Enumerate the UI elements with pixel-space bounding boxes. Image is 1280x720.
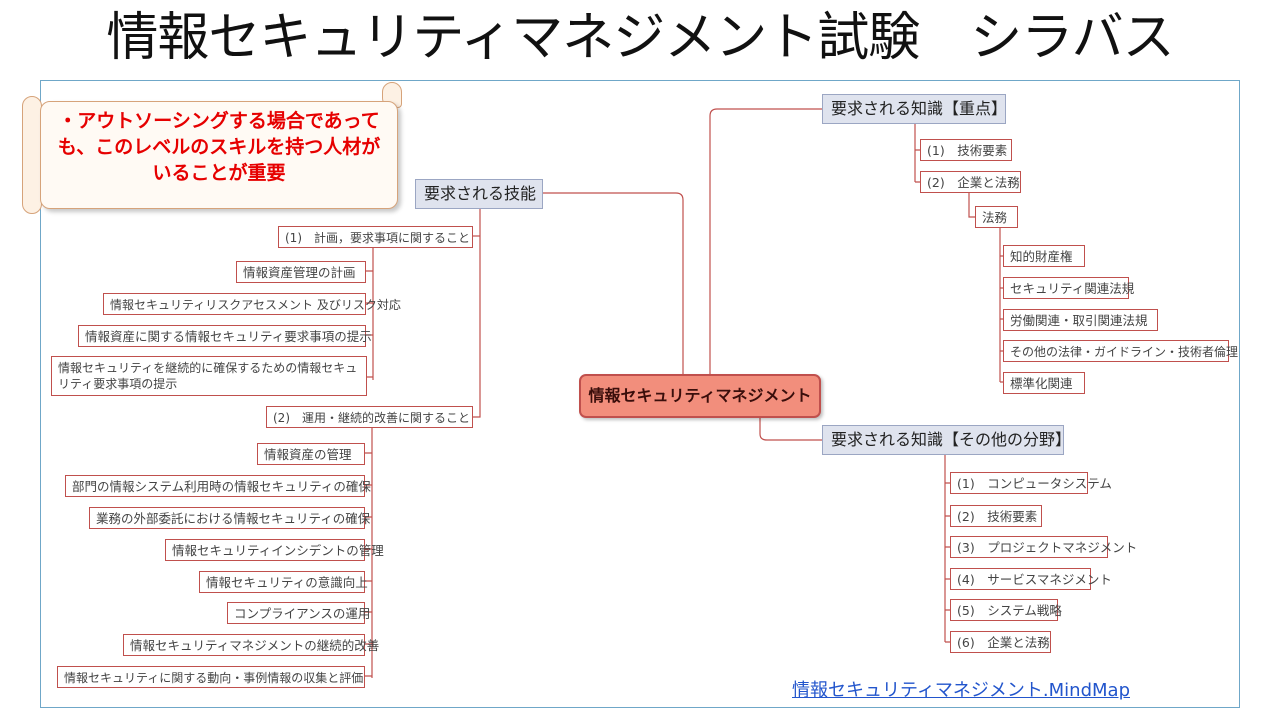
skill-item[interactable]: 情報資産の管理 [257, 443, 365, 465]
skill-item[interactable]: 情報セキュリティリスクアセスメント 及びリスク対応 [103, 293, 401, 315]
law-item[interactable]: セキュリティ関連法規 [1003, 277, 1134, 299]
skill-item[interactable]: 業務の外部委託における情報セキュリティの確保 [89, 507, 370, 529]
other-knowledge-item[interactable]: (2) 技術要素 [950, 505, 1042, 527]
connector-root-left [543, 192, 684, 374]
note-callout: ・アウトソーシングする場合であっても、このレベルのスキルを持つ人材がいることが重… [40, 101, 398, 209]
skill-item[interactable]: 情報資産に関する情報セキュリティ要求事項の提示 [78, 325, 372, 347]
skill-item[interactable]: 情報セキュリティマネジメントの継続的改善 [123, 634, 379, 656]
group-planning[interactable]: (1) 計画，要求事項に関すること [278, 226, 473, 248]
skill-item[interactable]: 情報セキュリティの意識向上 [199, 571, 368, 593]
skill-item[interactable]: 情報セキュリティを継続的に確保するための情報セキュリティ要求事項の提示 [51, 356, 367, 396]
skill-item[interactable]: 情報資産管理の計画 [236, 261, 366, 283]
law-item[interactable]: 標準化関連 [1003, 372, 1085, 394]
other-knowledge-item[interactable]: (4) サービスマネジメント [950, 568, 1112, 590]
branch-required-skills[interactable]: 要求される技能 [415, 179, 543, 209]
knowledge-law[interactable]: 法務 [975, 206, 1018, 228]
connector-g1-items [366, 270, 373, 378]
connector-root-right-bottom [759, 418, 822, 441]
other-knowledge-item[interactable]: (1) コンピュータシステム [950, 472, 1112, 494]
branch-knowledge-priority[interactable]: 要求される知識【重点】 [822, 94, 1007, 124]
connector-root-right-top [709, 108, 822, 374]
law-item[interactable]: その他の法律・ガイドライン・技術者倫理 [1003, 340, 1238, 362]
group-operation[interactable]: (2) 運用・継続的改善に関すること [266, 406, 473, 428]
branch-knowledge-other[interactable]: 要求される知識【その他の分野】 [822, 425, 1071, 455]
other-knowledge-item[interactable]: (5) システム戦略 [950, 599, 1062, 621]
law-item[interactable]: 知的財産権 [1003, 245, 1085, 267]
mindmap-link[interactable]: 情報セキュリティマネジメント.MindMap [792, 676, 1130, 702]
knowledge-item[interactable]: (2) 企業と法務 [920, 171, 1021, 193]
knowledge-item[interactable]: (1) 技術要素 [920, 139, 1012, 161]
skill-item[interactable]: コンプライアンスの運用 [227, 602, 370, 624]
law-item[interactable]: 労働関連・取引関連法規 [1003, 309, 1158, 331]
other-knowledge-item[interactable]: (3) プロジェクトマネジメント [950, 536, 1137, 558]
connector-left-trunk [473, 208, 481, 418]
skill-item[interactable]: 部門の情報システム利用時の情報セキュリティの確保 [65, 475, 371, 497]
note-scroll-curl-left [22, 96, 42, 214]
other-knowledge-item[interactable]: (6) 企業と法務 [950, 631, 1051, 653]
skill-item[interactable]: 情報セキュリティインシデントの管理 [165, 539, 384, 561]
skill-item[interactable]: 情報セキュリティに関する動向・事例情報の収集と評価 [57, 666, 365, 688]
root-node[interactable]: 情報セキュリティマネジメント [579, 374, 821, 418]
